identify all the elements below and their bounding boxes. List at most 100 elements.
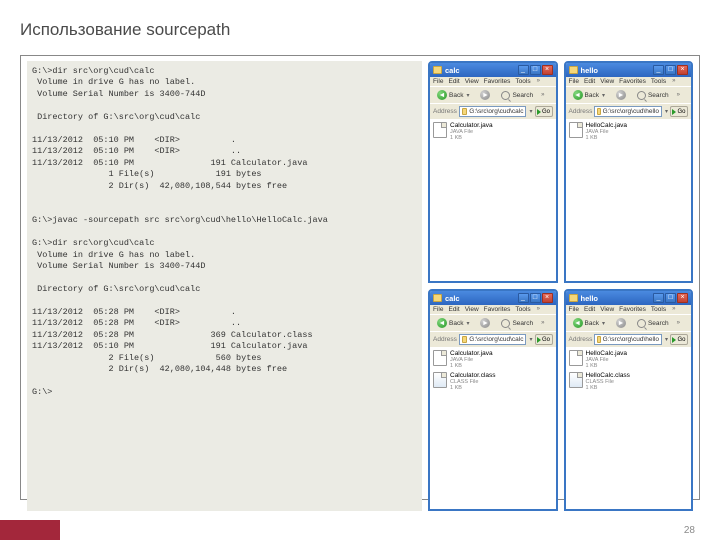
menu-item[interactable]: Tools [651, 78, 666, 85]
minimize-button[interactable]: _ [653, 293, 664, 303]
address-input[interactable]: G:\src\org\cud\calc [459, 106, 527, 117]
explorer-window: calc _ □ × File Edit View Favorites Tools » ◄… [428, 61, 558, 283]
menu-item[interactable]: Edit [448, 78, 459, 85]
window-titlebar[interactable]: calc _ □ × [430, 63, 556, 77]
menu-item[interactable]: Favorites [484, 78, 511, 85]
menu-item[interactable]: Favorites [619, 78, 646, 85]
minimize-button[interactable]: _ [653, 65, 664, 75]
chevron-down-icon[interactable]: ▾ [665, 108, 668, 115]
file-item[interactable]: Calculator.java JAVA File 1 KB [433, 350, 553, 369]
go-button[interactable]: Go [535, 106, 553, 117]
file-item[interactable]: HelloCalc.class CLASS File 1 KB [569, 372, 689, 391]
chevron-down-icon[interactable]: ▾ [602, 92, 605, 99]
search-icon [637, 91, 646, 100]
chevron-down-icon[interactable]: ▾ [602, 320, 605, 327]
address-input[interactable]: G:\src\org\cud\hello [594, 106, 662, 117]
menu-item[interactable]: Favorites [619, 306, 646, 313]
forward-button[interactable]: ► [476, 316, 494, 330]
file-icon [569, 350, 583, 366]
address-label: Address [433, 108, 457, 115]
address-input[interactable]: G:\src\org\cud\hello [594, 334, 662, 345]
search-button[interactable]: Search [633, 89, 673, 102]
go-button[interactable]: Go [670, 106, 688, 117]
forward-button[interactable]: ► [476, 88, 494, 102]
chevron-right-icon[interactable]: » [672, 78, 675, 85]
file-pane[interactable]: HelloCalc.java JAVA File 1 KB HelloCalc.… [566, 347, 692, 509]
footer-rest: 28 [60, 520, 720, 540]
chevron-right-icon[interactable]: » [677, 320, 680, 326]
chevron-down-icon[interactable]: ▾ [529, 336, 532, 343]
close-button[interactable]: × [677, 65, 688, 75]
menu-item[interactable]: Edit [584, 306, 595, 313]
chevron-right-icon[interactable]: » [672, 306, 675, 313]
go-arrow-icon [537, 109, 541, 115]
file-item[interactable]: Calculator.class CLASS File 1 KB [433, 372, 553, 391]
back-button[interactable]: ◄Back▾ [569, 88, 609, 102]
search-button[interactable]: Search [633, 317, 673, 330]
menu-item[interactable]: Tools [515, 306, 530, 313]
menu-item[interactable]: Tools [651, 306, 666, 313]
search-button[interactable]: Search [497, 89, 537, 102]
file-item[interactable]: Calculator.java JAVA File 1 KB [433, 122, 553, 141]
explorer-window: calc _ □ × File Edit View Favorites Tools » ◄… [428, 289, 558, 511]
file-pane[interactable]: Calculator.java JAVA File 1 KB Calculato… [430, 347, 556, 509]
search-button[interactable]: Search [497, 317, 537, 330]
file-name: Calculator.java [450, 122, 493, 129]
address-input[interactable]: G:\src\org\cud\calc [459, 334, 527, 345]
menu-item[interactable]: Tools [515, 78, 530, 85]
chevron-right-icon[interactable]: » [541, 92, 544, 98]
menu-item[interactable]: Edit [448, 306, 459, 313]
menu-item[interactable]: View [600, 306, 614, 313]
menu-item[interactable]: File [569, 306, 579, 313]
chevron-down-icon[interactable]: ▾ [466, 92, 469, 99]
file-pane[interactable]: HelloCalc.java JAVA File 1 KB [566, 119, 692, 281]
chevron-right-icon[interactable]: » [677, 92, 680, 98]
slide-footer: 28 [0, 520, 720, 540]
window-titlebar[interactable]: hello _ □ × [566, 63, 692, 77]
menu-item[interactable]: Favorites [484, 306, 511, 313]
back-button[interactable]: ◄Back▾ [569, 316, 609, 330]
folder-icon [597, 108, 600, 115]
menu-item[interactable]: View [600, 78, 614, 85]
go-arrow-icon [537, 337, 541, 343]
chevron-down-icon[interactable]: ▾ [665, 336, 668, 343]
file-item[interactable]: HelloCalc.java JAVA File 1 KB [569, 350, 689, 369]
chevron-right-icon[interactable]: » [537, 78, 540, 85]
file-pane[interactable]: Calculator.java JAVA File 1 KB [430, 119, 556, 281]
maximize-button[interactable]: □ [665, 65, 676, 75]
explorer-window: hello _ □ × FileEditViewFavoritesTools» … [564, 289, 694, 511]
file-item[interactable]: HelloCalc.java JAVA File 1 KB [569, 122, 689, 141]
window-titlebar[interactable]: hello _ □ × [566, 291, 692, 305]
chevron-down-icon[interactable]: ▾ [529, 108, 532, 115]
maximize-button[interactable]: □ [665, 293, 676, 303]
menu-item[interactable]: Edit [584, 78, 595, 85]
minimize-button[interactable]: _ [518, 65, 529, 75]
menu-item[interactable]: File [569, 78, 579, 85]
maximize-button[interactable]: □ [530, 293, 541, 303]
forward-button[interactable]: ► [612, 316, 630, 330]
menu-item[interactable]: View [465, 306, 479, 313]
window-titlebar[interactable]: calc _ □ × [430, 291, 556, 305]
minimize-button[interactable]: _ [518, 293, 529, 303]
back-icon: ◄ [437, 318, 447, 328]
forward-button[interactable]: ► [612, 88, 630, 102]
back-button[interactable]: ◄Back▾ [433, 316, 473, 330]
menu-item[interactable]: File [433, 306, 443, 313]
address-path: G:\src\org\cud\hello [603, 336, 659, 343]
go-button[interactable]: Go [535, 334, 553, 345]
menu-item[interactable]: File [433, 78, 443, 85]
back-icon: ◄ [437, 90, 447, 100]
chevron-down-icon[interactable]: ▾ [466, 320, 469, 327]
file-icon [433, 372, 447, 388]
toolbar: ◄Back▾ ► Search » [430, 86, 556, 103]
back-button[interactable]: ◄Back▾ [433, 88, 473, 102]
address-path: G:\src\org\cud\calc [469, 108, 523, 115]
chevron-right-icon[interactable]: » [537, 306, 540, 313]
close-button[interactable]: × [542, 293, 553, 303]
menu-item[interactable]: View [465, 78, 479, 85]
go-button[interactable]: Go [670, 334, 688, 345]
chevron-right-icon[interactable]: » [541, 320, 544, 326]
close-button[interactable]: × [677, 293, 688, 303]
close-button[interactable]: × [542, 65, 553, 75]
maximize-button[interactable]: □ [530, 65, 541, 75]
